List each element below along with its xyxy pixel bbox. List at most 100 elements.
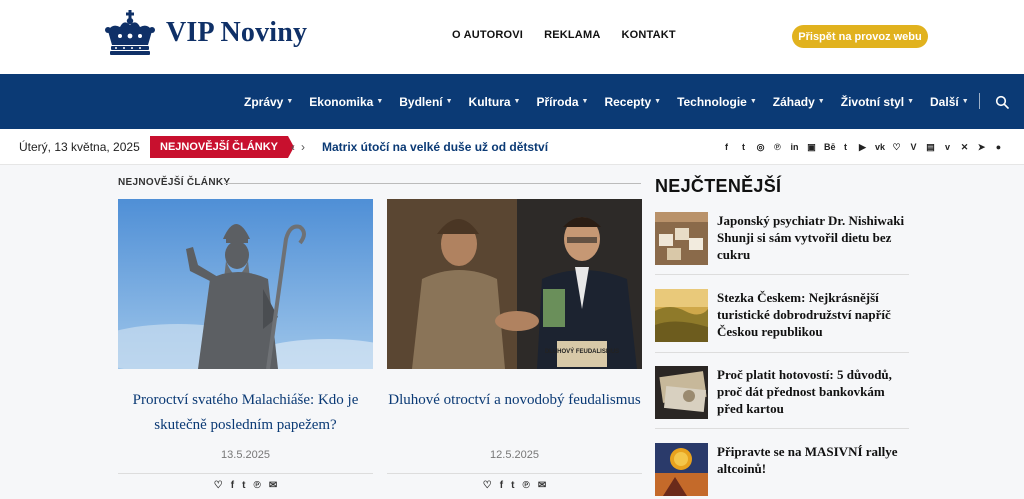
behance-icon[interactable]: Bē xyxy=(824,142,836,152)
instagram-icon[interactable]: ◎ xyxy=(756,142,765,152)
chevron-down-icon: ▼ xyxy=(581,98,589,105)
debt-feudalism-image: DLUHOVÝ FEUDALISMUS xyxy=(387,199,642,369)
telegram-icon[interactable]: ➤ xyxy=(977,142,986,152)
chevron-down-icon: ▼ xyxy=(961,98,969,105)
most-read-title-text[interactable]: Japonský psychiatr Dr. Nishiwaki Shunji … xyxy=(717,212,912,263)
nav-about-author[interactable]: O AUTOROVI xyxy=(452,29,523,41)
article-image[interactable]: DLUHOVÝ FEUDALISMUS xyxy=(387,199,642,369)
nav-item-zivotni-styl[interactable]: Životní styl ▼ xyxy=(841,95,914,109)
chevron-down-icon: ▼ xyxy=(286,98,294,105)
most-read-title: NEJČTENĚJŠÍ xyxy=(655,176,782,196)
nav-item-kultura[interactable]: Kultura ▼ xyxy=(469,95,521,109)
facebook-icon[interactable]: f xyxy=(500,480,503,491)
item-divider xyxy=(655,352,909,353)
chevron-down-icon: ▼ xyxy=(445,98,453,105)
pinterest-icon[interactable]: ℗ xyxy=(253,480,260,491)
nav-label: Recepty xyxy=(604,94,652,109)
facebook-icon[interactable]: f xyxy=(231,480,234,491)
article-thumbnail[interactable] xyxy=(655,366,708,419)
support-button[interactable]: Přispět na provoz webu xyxy=(792,25,928,48)
news-ticker-bar: Úterý, 13 května, 2025 NEJNOVĚJŠÍ ČLÁNKY… xyxy=(0,129,1024,165)
flickr-icon[interactable]: ▣ xyxy=(807,142,816,152)
twitter-icon[interactable]: t xyxy=(511,480,514,491)
section-title: NEJNOVĚJŠÍ ČLÁNKY xyxy=(118,177,231,188)
nav-label: Životní styl xyxy=(840,94,905,109)
nav-item-technologie[interactable]: Technologie ▼ xyxy=(677,95,757,109)
image-sign-text: DLUHOVÝ FEUDALISMUS xyxy=(545,348,619,355)
most-read-title-text[interactable]: Proč platit hotovostí: 5 důvodů, proč dá… xyxy=(717,366,912,417)
nav-item-bydleni[interactable]: Bydlení ▼ xyxy=(399,95,452,109)
sugar-cubes-image xyxy=(655,212,708,265)
card-divider xyxy=(387,473,642,474)
ticker-arrows[interactable]: ‹› xyxy=(291,140,311,154)
chevron-right-icon[interactable]: › xyxy=(301,140,311,154)
chevron-down-icon: ▼ xyxy=(749,98,757,105)
chevron-down-icon: ▼ xyxy=(513,98,521,105)
chevron-left-icon[interactable]: ‹ xyxy=(291,140,301,154)
article-thumbnail[interactable] xyxy=(655,212,708,265)
nav-advertising[interactable]: REKLAMA xyxy=(544,29,600,41)
youtube-icon[interactable]: ▶ xyxy=(858,142,867,152)
twitter-icon[interactable]: t xyxy=(242,480,245,491)
nav-label: Další xyxy=(930,94,959,109)
site-logo[interactable]: VIP Noviny xyxy=(102,9,307,57)
nav-item-ekonomika[interactable]: Ekonomika ▼ xyxy=(309,95,383,109)
current-date: Úterý, 13 května, 2025 xyxy=(19,140,140,154)
banknotes-image xyxy=(655,366,708,419)
crown-icon xyxy=(105,10,155,55)
landscape-image xyxy=(655,289,708,342)
nav-item-zahady[interactable]: Záhady ▼ xyxy=(773,95,825,109)
nav-label: Příroda xyxy=(536,94,579,109)
article-thumbnail[interactable] xyxy=(655,443,708,496)
heart-icon[interactable]: ♡ xyxy=(214,480,223,491)
nav-label: Zprávy xyxy=(244,94,284,109)
email-icon[interactable]: ✉ xyxy=(538,480,546,491)
nav-label: Technologie xyxy=(677,94,747,109)
section-divider xyxy=(224,183,641,184)
most-read-title-text[interactable]: Připravte se na MASIVNÍ rallye altcoinů! xyxy=(717,443,912,477)
top-nav: O AUTOROVI REKLAMA KONTAKT xyxy=(452,29,697,41)
share-bar: ♡ f t ℗ ✉ xyxy=(387,480,642,491)
card-divider xyxy=(118,473,373,474)
chevron-down-icon: ▼ xyxy=(376,98,384,105)
tumblr-icon[interactable]: t xyxy=(841,142,850,152)
nav-item-priroda[interactable]: Příroda ▼ xyxy=(536,95,588,109)
heart-icon[interactable]: ♡ xyxy=(483,480,492,491)
item-divider xyxy=(655,274,909,275)
xing-icon[interactable]: ✕ xyxy=(960,142,969,152)
twitch-icon[interactable]: ▤ xyxy=(926,142,935,152)
vine-icon[interactable]: V xyxy=(909,142,918,152)
search-icon[interactable] xyxy=(995,95,1009,109)
facebook-icon[interactable]: f xyxy=(722,142,731,152)
nav-contact[interactable]: KONTAKT xyxy=(621,29,675,41)
nav-item-zpravy[interactable]: Zprávy ▼ xyxy=(244,95,293,109)
vimeo-icon[interactable]: v xyxy=(943,142,952,152)
linkedin-icon[interactable]: in xyxy=(790,142,799,152)
article-thumbnail[interactable] xyxy=(655,289,708,342)
article-title[interactable]: Dluhové otroctví a novodobý feudalismus xyxy=(387,388,642,413)
heart-icon[interactable]: ♡ xyxy=(892,142,901,152)
ticker-label: NEJNOVĚJŠÍ ČLÁNKY xyxy=(150,136,294,158)
vk-icon[interactable]: vk xyxy=(875,142,885,152)
chevron-down-icon: ▼ xyxy=(817,98,825,105)
pinterest-icon[interactable]: ℗ xyxy=(522,480,529,491)
pinterest-icon[interactable]: ℗ xyxy=(773,142,782,152)
nav-label: Bydlení xyxy=(399,94,443,109)
article-date: 13.5.2025 xyxy=(221,449,270,461)
article-date: 12.5.2025 xyxy=(490,449,539,461)
article-title[interactable]: Proroctví svatého Malachiáše: Kdo je sku… xyxy=(118,388,373,438)
item-divider xyxy=(655,428,909,429)
nav-item-dalsi[interactable]: Další ▼ xyxy=(930,95,969,109)
share-bar: ♡ f t ℗ ✉ xyxy=(118,480,373,491)
nav-label: Ekonomika xyxy=(309,94,374,109)
twitter-icon[interactable]: t xyxy=(739,142,748,152)
social-links: f t ◎ ℗ in ▣ Bē t ▶ vk ♡ V ▤ v ✕ ➤ ● xyxy=(722,142,1011,152)
email-icon[interactable]: ✉ xyxy=(269,480,277,491)
main-nav: Zprávy ▼ Ekonomika ▼ Bydlení ▼ Kultura ▼ Pří… xyxy=(0,74,1024,129)
most-read-title-text[interactable]: Stezka Českem: Nejkrásnější turistické d… xyxy=(717,289,912,340)
ticker-headline[interactable]: Matrix útočí na velké duše už od dětství xyxy=(322,140,548,154)
nav-item-recepty[interactable]: Recepty ▼ xyxy=(604,95,661,109)
reddit-icon[interactable]: ● xyxy=(994,142,1003,152)
site-header: VIP Noviny O AUTOROVI REKLAMA KONTAKT Př… xyxy=(0,0,1024,74)
article-image[interactable] xyxy=(118,199,373,369)
